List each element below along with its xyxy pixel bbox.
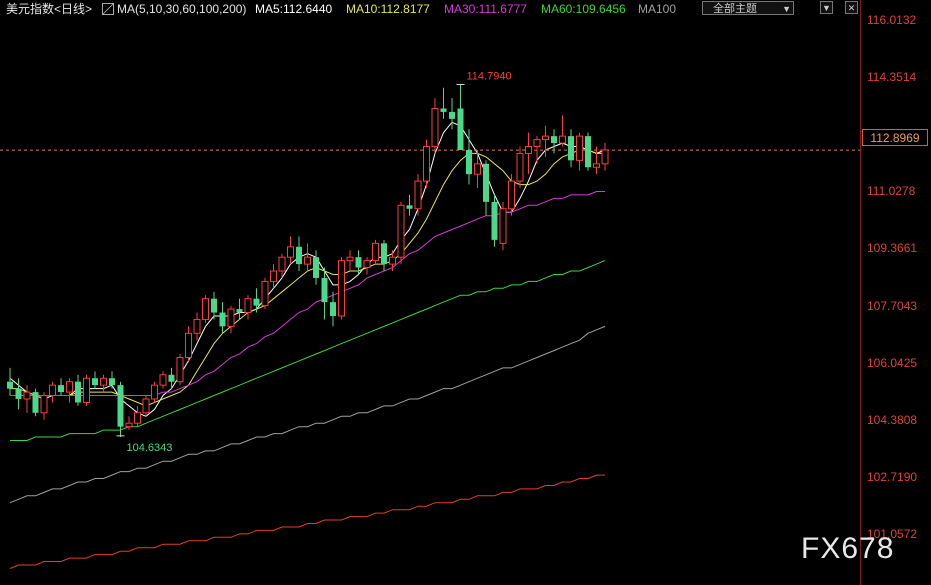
candle-body <box>355 257 362 268</box>
candle-body <box>244 298 252 314</box>
candle-body <box>270 270 277 282</box>
candle-body <box>304 256 311 265</box>
candle-body <box>576 135 583 161</box>
candle-body <box>372 242 379 262</box>
candle-body <box>338 260 345 317</box>
candlestick-chart[interactable]: 114.7940 104.6343 <box>0 0 860 585</box>
candle-body <box>499 208 507 244</box>
candle-body <box>92 378 98 386</box>
candle-body <box>542 135 549 141</box>
candle-body <box>296 246 302 265</box>
series-line-ma100 <box>9 325 606 504</box>
candle-body <box>601 149 609 165</box>
candle-body <box>431 107 439 148</box>
candle-body <box>117 385 124 427</box>
candle-body <box>330 302 336 316</box>
candle-body <box>236 309 243 313</box>
candle-body <box>58 385 64 393</box>
candle-body <box>23 391 31 400</box>
candle-body <box>261 280 269 307</box>
current-price-label: 112.8969 <box>862 129 928 146</box>
candle-body <box>533 139 541 148</box>
candle-body <box>516 152 524 182</box>
candle-body <box>466 149 472 175</box>
candle-body <box>525 146 532 154</box>
candle-body <box>168 374 175 382</box>
series-line-ma60 <box>10 260 606 441</box>
candle-body <box>491 201 498 240</box>
candle-body <box>40 395 48 414</box>
candle-body <box>449 111 455 119</box>
candle-body <box>185 332 192 358</box>
price-tick-label: 104.3808 <box>867 413 918 427</box>
series-line-ma10 <box>10 149 605 407</box>
candle-body <box>593 163 600 168</box>
candle-body <box>75 381 81 403</box>
candle-body <box>389 256 396 265</box>
candle-body <box>346 256 354 262</box>
candle-body <box>440 108 447 112</box>
candle-body <box>457 108 464 150</box>
candle-body <box>109 378 115 386</box>
candle-body <box>423 146 430 182</box>
candle-body <box>414 180 422 210</box>
high-price-label: 114.7940 <box>467 70 512 82</box>
candle-body <box>202 298 209 320</box>
candle-body <box>32 392 39 413</box>
candle-body <box>474 163 481 175</box>
candle-body <box>134 412 141 424</box>
candle-body <box>559 135 566 144</box>
candle-body <box>508 180 515 210</box>
candle-body <box>313 257 319 278</box>
series-line-ma30 <box>10 191 605 396</box>
candle-body <box>397 204 405 258</box>
candle-body <box>211 298 217 313</box>
candle-body <box>287 246 294 258</box>
price-tick-label: 102.7190 <box>867 470 918 484</box>
candle-body <box>49 384 56 397</box>
price-tick-label: 111.0278 <box>867 184 916 198</box>
price-tick-label: 114.3514 <box>867 70 917 84</box>
price-axis: 116.0132114.3514113.0278111.0278109.3661… <box>860 0 931 585</box>
candle-body <box>253 298 260 306</box>
candle-body <box>159 374 167 386</box>
watermark: FX678 <box>801 532 895 565</box>
candle-body <box>551 136 557 144</box>
candle-body <box>83 377 90 403</box>
candle-body <box>227 308 235 327</box>
candle-body <box>193 318 201 334</box>
candle-body <box>100 377 107 386</box>
candle-body <box>151 384 158 400</box>
candle-body <box>142 398 150 414</box>
candle-body <box>219 312 226 327</box>
candle-body <box>125 422 133 428</box>
candle-body <box>176 356 184 383</box>
candle-body <box>406 205 413 209</box>
candle-body <box>363 260 371 269</box>
price-tick-label: 116.0132 <box>867 13 917 27</box>
low-price-label: 104.6343 <box>127 442 173 454</box>
candle-body <box>381 243 387 265</box>
candle-body <box>278 256 286 272</box>
candle-body <box>483 163 489 202</box>
candle-body <box>568 136 574 161</box>
candle-body <box>15 388 22 399</box>
candle-body <box>7 381 13 389</box>
candle-body <box>585 136 591 168</box>
price-tick-label: 109.3661 <box>867 241 918 255</box>
price-tick-label: 106.0425 <box>867 356 918 370</box>
candle-body <box>321 277 328 303</box>
price-tick-label: 107.7043 <box>867 299 918 313</box>
candle-body <box>66 381 73 393</box>
series-line-ma200 <box>9 474 605 569</box>
